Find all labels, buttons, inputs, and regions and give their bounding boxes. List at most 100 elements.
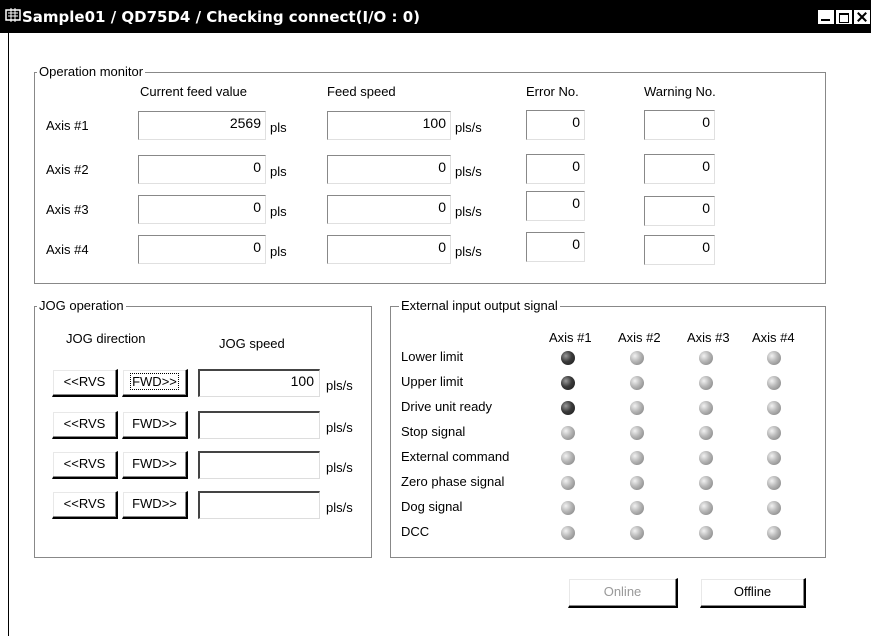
signal-led-icon (561, 376, 575, 390)
warning-no-field: 0 (644, 154, 715, 184)
minimize-icon[interactable] (817, 9, 835, 25)
speed-unit: pls/s (455, 244, 482, 259)
jog-direction-header: JOG direction (66, 331, 146, 346)
signal-led-icon (561, 351, 575, 365)
signal-led-icon (699, 401, 713, 415)
jog-speed-input[interactable] (198, 491, 320, 519)
jog-speed-header: JOG speed (219, 336, 285, 351)
offline-button[interactable]: Offline (700, 578, 806, 608)
io-signal-label: Lower limit (401, 349, 464, 364)
jog-fwd-button[interactable]: FWD>> (122, 369, 188, 397)
jog-rvs-button[interactable]: <<RVS (52, 451, 118, 479)
axis-label: Axis #3 (46, 202, 89, 217)
feed-unit: pls (270, 120, 287, 135)
signal-led-icon (767, 351, 781, 365)
signal-led-icon (630, 526, 644, 540)
io-signal-label: Dog signal (401, 499, 463, 514)
signal-led-icon (630, 351, 644, 365)
io-signal-label: Zero phase signal (401, 474, 505, 489)
signal-led-icon (767, 501, 781, 515)
feed-value-field: 0 (138, 235, 266, 264)
close-icon[interactable] (853, 9, 871, 25)
io-axis-header: Axis #2 (618, 330, 661, 345)
warning-no-field: 0 (644, 110, 715, 140)
signal-led-icon (630, 426, 644, 440)
signal-led-icon (767, 426, 781, 440)
io-signal-legend: External input output signal (399, 298, 560, 313)
warning-no-field: 0 (644, 235, 715, 265)
warning-no-field: 0 (644, 196, 715, 226)
signal-led-icon (699, 351, 713, 365)
signal-led-icon (630, 476, 644, 490)
jog-rvs-button[interactable]: <<RVS (52, 411, 118, 439)
io-signal-label: DCC (401, 524, 430, 539)
feed-unit: pls (270, 164, 287, 179)
header-feed-value: Current feed value (140, 84, 247, 99)
jog-fwd-button[interactable]: FWD>> (122, 491, 188, 519)
signal-led-icon (561, 401, 575, 415)
main-window: Sample01 / QD75D4 / Checking connect(I/O… (0, 0, 871, 636)
jog-speed-unit: pls/s (326, 378, 353, 393)
signal-led-icon (561, 426, 575, 440)
io-axis-header: Axis #4 (752, 330, 795, 345)
axis-label: Axis #4 (46, 242, 89, 257)
jog-rvs-button[interactable]: <<RVS (52, 369, 118, 397)
app-icon (5, 8, 21, 22)
signal-led-icon (630, 451, 644, 465)
io-signal-label: Upper limit (401, 374, 464, 389)
io-signal-label: Stop signal (401, 424, 466, 439)
feed-value-field: 0 (138, 195, 266, 224)
jog-speed-unit: pls/s (326, 500, 353, 515)
signal-led-icon (630, 401, 644, 415)
signal-led-icon (767, 451, 781, 465)
jog-speed-input[interactable]: 100 (198, 369, 320, 397)
axis-label: Axis #2 (46, 162, 89, 177)
feed-speed-field: 100 (327, 111, 451, 140)
feed-unit: pls (270, 244, 287, 259)
feed-value-field: 2569 (138, 111, 266, 140)
signal-led-icon (699, 376, 713, 390)
io-axis-header: Axis #1 (549, 330, 592, 345)
header-error-no: Error No. (526, 84, 579, 99)
error-no-field: 0 (526, 110, 585, 140)
jog-fwd-button[interactable]: FWD>> (122, 451, 188, 479)
signal-led-icon (699, 526, 713, 540)
header-feed-speed: Feed speed (327, 84, 396, 99)
window-border (8, 33, 9, 636)
signal-led-icon (561, 526, 575, 540)
io-signal-label: External command (401, 449, 510, 464)
feed-unit: pls (270, 204, 287, 219)
header-warning-no: Warning No. (644, 84, 716, 99)
operation-monitor-legend: Operation monitor (37, 64, 146, 79)
maximize-icon[interactable] (835, 9, 853, 25)
jog-speed-input[interactable] (198, 411, 320, 439)
signal-led-icon (561, 451, 575, 465)
signal-led-icon (561, 476, 575, 490)
io-axis-header: Axis #3 (687, 330, 730, 345)
online-button[interactable]: Online (568, 578, 678, 608)
signal-led-icon (699, 501, 713, 515)
signal-led-icon (767, 376, 781, 390)
signal-led-icon (630, 376, 644, 390)
signal-led-icon (699, 476, 713, 490)
feed-speed-field: 0 (327, 235, 451, 264)
jog-rvs-button[interactable]: <<RVS (52, 491, 118, 519)
signal-led-icon (699, 426, 713, 440)
window-title: Sample01 / QD75D4 / Checking connect(I/O… (22, 8, 420, 26)
signal-led-icon (767, 526, 781, 540)
feed-value-field: 0 (138, 155, 266, 184)
error-no-field: 0 (526, 154, 585, 184)
signal-led-icon (630, 501, 644, 515)
jog-speed-input[interactable] (198, 451, 320, 479)
jog-operation-legend: JOG operation (37, 298, 126, 313)
title-bar[interactable]: Sample01 / QD75D4 / Checking connect(I/O… (0, 0, 871, 33)
signal-led-icon (767, 401, 781, 415)
jog-speed-unit: pls/s (326, 460, 353, 475)
speed-unit: pls/s (455, 164, 482, 179)
signal-led-icon (767, 476, 781, 490)
axis-label: Axis #1 (46, 118, 89, 133)
speed-unit: pls/s (455, 120, 482, 135)
feed-speed-field: 0 (327, 155, 451, 184)
jog-fwd-button[interactable]: FWD>> (122, 411, 188, 439)
feed-speed-field: 0 (327, 195, 451, 224)
